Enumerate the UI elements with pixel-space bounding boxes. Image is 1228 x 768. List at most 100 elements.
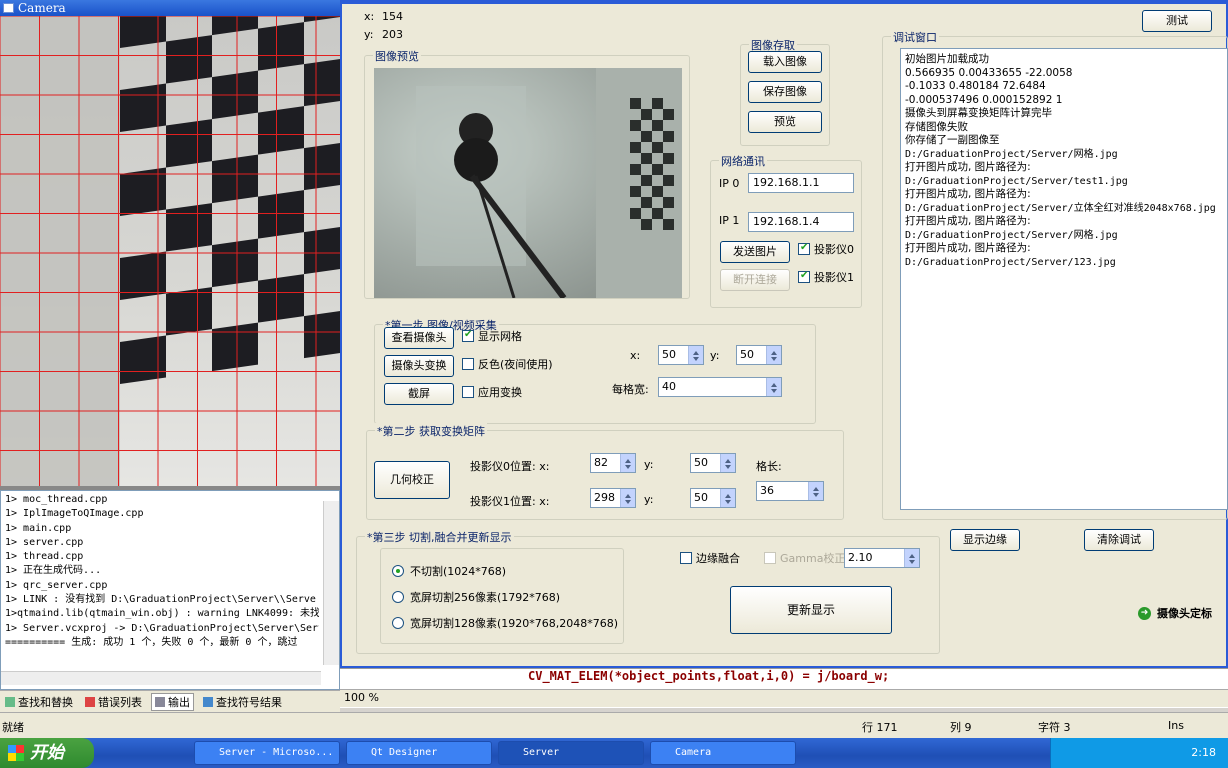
radio-circle <box>392 565 404 577</box>
cut256-radio[interactable]: 宽屏切割256像素(1792*768) <box>392 589 560 605</box>
camera-calib-label: 摄像头定标 <box>1157 607 1212 620</box>
debug-line: D:/GraduationProject/Server/立体全红对准线2048x… <box>905 202 1216 214</box>
tab-label: 错误列表 <box>98 695 142 709</box>
checkbox-label: 应用变换 <box>478 386 522 399</box>
clock[interactable]: 2:18 <box>1191 746 1216 759</box>
projector1-checkbox[interactable]: 投影仪1 <box>798 269 854 285</box>
status-char: 字符 3 <box>1038 721 1071 734</box>
tab-find-replace[interactable]: 查找和替换 <box>2 693 76 711</box>
status-column: 列 9 <box>950 721 972 734</box>
taskbar-item-server-msvs[interactable]: Server - Microso... <box>194 741 340 765</box>
debug-group-label: 调试窗口 <box>891 29 939 45</box>
tab-error-list[interactable]: 错误列表 <box>82 693 145 711</box>
editor-zoom-bar: 100 % <box>340 689 1228 707</box>
coord-y-value: 203 <box>382 28 403 41</box>
camera-transform-button[interactable]: 摄像头变换 <box>384 355 454 377</box>
ip0-input[interactable]: 192.168.1.1 <box>748 173 854 193</box>
tab-find-symbol[interactable]: 查找符号结果 <box>200 693 285 711</box>
update-display-button[interactable]: 更新显示 <box>730 586 892 634</box>
ip1-input[interactable]: 192.168.1.4 <box>748 212 854 232</box>
spin-arrows-icon[interactable] <box>904 549 919 567</box>
proj0-x-spinbox[interactable]: 82 <box>590 453 636 473</box>
cut128-radio[interactable]: 宽屏切割128像素(1920*768,2048*768) <box>392 615 618 631</box>
proj1-y-spinbox[interactable]: 50 <box>690 488 736 508</box>
radio-circle <box>392 591 404 603</box>
invert-checkbox[interactable]: 反色(夜间使用) <box>462 356 553 372</box>
zoom-level[interactable]: 100 % <box>344 691 379 704</box>
output-line: 1> qrc_server.cpp <box>5 579 108 591</box>
test-button[interactable]: 测试 <box>1142 10 1212 32</box>
send-image-button[interactable]: 发送图片 <box>720 241 790 263</box>
proj1-pos-label: 投影仪1位置: x: <box>470 495 550 508</box>
code-editor[interactable]: CV_MAT_ELEM(*object_points,float,i,0) = … <box>340 668 1228 708</box>
preview-image <box>374 68 682 298</box>
checkbox-label: Gamma校正 <box>780 552 846 565</box>
show-grid-checkbox[interactable]: 显示网格 <box>462 328 522 344</box>
view-camera-button[interactable]: 查看摄像头 <box>384 327 454 349</box>
output-line: 1>qtmaind.lib(qtmain_win.obj) : warning … <box>5 608 319 620</box>
show-edge-button[interactable]: 显示边缘 <box>950 529 1020 551</box>
radio-circle <box>392 617 404 629</box>
spin-arrows-icon[interactable] <box>620 454 635 472</box>
edge-blend-checkbox[interactable]: 边缘融合 <box>680 550 740 566</box>
camera-title: Camera <box>18 1 66 15</box>
save-image-button[interactable]: 保存图像 <box>748 81 822 103</box>
geometric-correction-button[interactable]: 几何校正 <box>374 461 450 499</box>
grid-x-spinbox[interactable]: 50 <box>658 345 704 365</box>
spin-arrows-icon[interactable] <box>720 454 735 472</box>
spin-arrows-icon[interactable] <box>766 378 781 396</box>
grid-y-spinbox[interactable]: 50 <box>736 345 782 365</box>
error-icon <box>85 696 95 707</box>
checkbox-box <box>462 386 474 398</box>
system-tray: 2:18 <box>1050 738 1228 768</box>
status-mode: Ins <box>1168 719 1184 732</box>
arrow-right-icon: ➜ <box>1138 606 1151 620</box>
load-image-button[interactable]: 载入图像 <box>748 51 822 73</box>
proj1-x-spinbox[interactable]: 298 <box>590 488 636 508</box>
projector0-checkbox[interactable]: 投影仪0 <box>798 241 854 257</box>
tab-label: 输出 <box>168 695 190 709</box>
camera-calib-link[interactable]: ➜ 摄像头定标 <box>1138 605 1212 621</box>
camera-window: Camera <box>0 0 342 490</box>
symbol-icon <box>203 696 213 707</box>
cell-width-spinbox[interactable]: 40 <box>658 377 782 397</box>
debug-log[interactable]: 初始图片加载成功 0.566935 0.00433655 -22.0058 -0.1… <box>900 48 1228 510</box>
bottom-tabs: 查找和替换 错误列表 输出 查找符号结果 <box>0 690 340 712</box>
grid-y-label: y: <box>710 349 720 362</box>
tab-output[interactable]: 输出 <box>151 692 194 711</box>
camera-title-bar[interactable]: Camera <box>0 0 342 16</box>
spin-arrows-icon[interactable] <box>808 482 823 500</box>
no-cut-radio[interactable]: 不切割(1024*768) <box>392 563 506 579</box>
preview-button[interactable]: 预览 <box>748 111 822 133</box>
server-title-bar[interactable] <box>342 0 1226 4</box>
debug-line: 打开图片成功, 图片路径为: <box>905 188 1031 200</box>
checkbox-label: 反色(夜间使用) <box>478 358 553 371</box>
gamma-checkbox[interactable]: Gamma校正 <box>764 550 845 566</box>
clear-debug-button[interactable]: 清除调试 <box>1084 529 1154 551</box>
spin-arrows-icon[interactable] <box>620 489 635 507</box>
output-horizontal-scrollbar[interactable] <box>1 671 321 685</box>
taskbar-item-camera[interactable]: Camera <box>650 741 796 765</box>
screenshot-button[interactable]: 截屏 <box>384 383 454 405</box>
preview-group-label: 图像预览 <box>373 48 421 64</box>
debug-line: -0.000537496 0.000152892 1 <box>905 93 1063 106</box>
debug-line: D:/GraduationProject/Server/test1.jpg <box>905 175 1128 187</box>
taskbar-item-qt-designer[interactable]: Qt Designer <box>346 741 492 765</box>
output-vertical-scrollbar[interactable] <box>323 501 339 665</box>
checkerboard-view <box>0 16 342 486</box>
spin-arrows-icon[interactable] <box>688 346 703 364</box>
disconnect-button[interactable]: 断开连接 <box>720 269 790 291</box>
spinbox-value: 40 <box>662 380 676 393</box>
gamma-spinbox[interactable]: 2.10 <box>844 548 920 568</box>
spinbox-value: 50 <box>662 348 676 361</box>
spin-arrows-icon[interactable] <box>720 489 735 507</box>
debug-line: 你存储了一副图像至 <box>905 134 1000 146</box>
proj0-y-spinbox[interactable]: 50 <box>690 453 736 473</box>
start-button[interactable]: 开始 <box>0 738 94 768</box>
debug-line: 存储图像失败 <box>905 120 968 133</box>
apply-transform-checkbox[interactable]: 应用变换 <box>462 384 522 400</box>
coord-x-label: x: <box>364 10 375 23</box>
spin-arrows-icon[interactable] <box>766 346 781 364</box>
grid-length-spinbox[interactable]: 36 <box>756 481 824 501</box>
taskbar-item-server[interactable]: Server <box>498 741 644 765</box>
